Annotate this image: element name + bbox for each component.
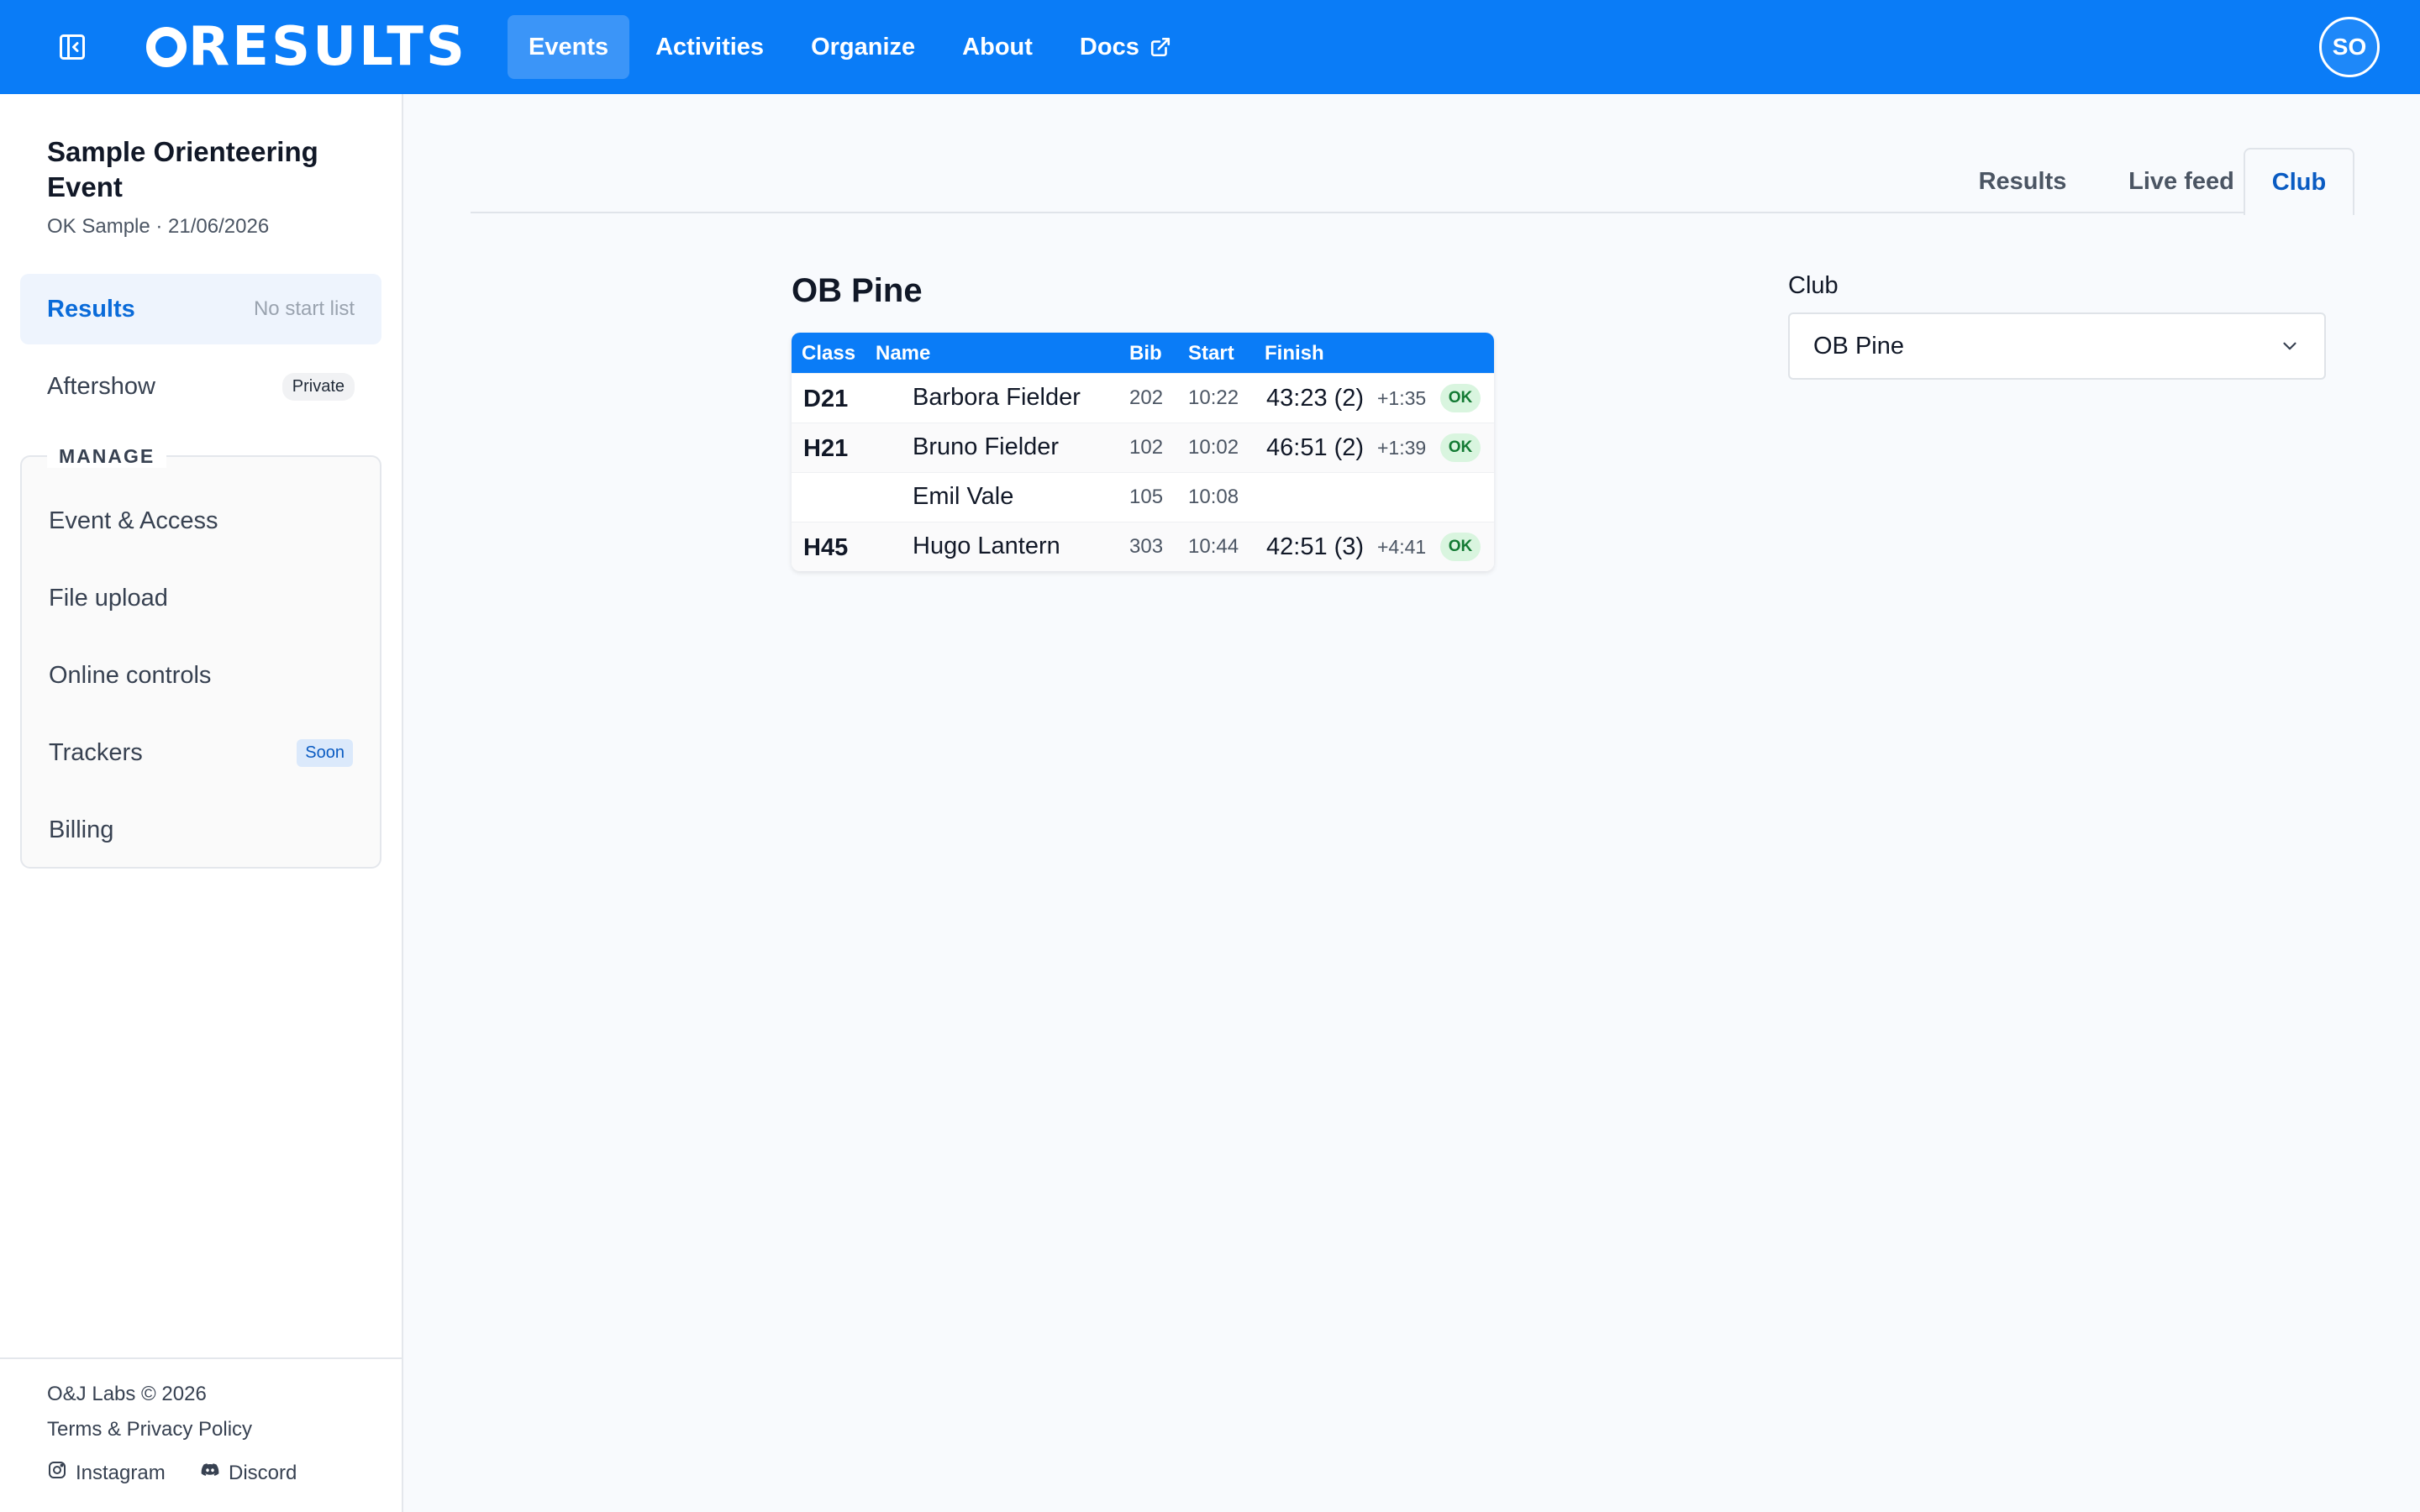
row-finish-time: 42:51 (3) <box>1266 533 1365 560</box>
instagram-icon <box>47 1460 76 1486</box>
row-start: 10:22 <box>1188 386 1239 409</box>
row-class: H21 <box>803 435 849 462</box>
column-header-start: Start <box>1188 342 1234 365</box>
row-start: 10:08 <box>1188 486 1239 508</box>
sidebar-item-aftershow[interactable]: Aftershow Private <box>20 351 381 422</box>
nav-events[interactable]: Events <box>508 15 630 79</box>
nav-about-label: About <box>962 33 1033 60</box>
tab-club[interactable]: Club <box>2244 148 2354 215</box>
nav-about[interactable]: About <box>941 15 1054 79</box>
sidebar-item-results-label: Results <box>47 295 135 323</box>
chevron-down-icon <box>2279 335 2301 357</box>
nav-activities-label: Activities <box>655 33 765 60</box>
sidebar-item-online-controls[interactable]: Online controls <box>22 640 380 711</box>
row-name: Barbora Fielder <box>913 384 1081 411</box>
private-badge: Private <box>281 372 355 401</box>
avatar-initials: SO <box>2332 34 2367 60</box>
logo-o-icon <box>146 27 187 67</box>
tab-live-feed[interactable]: Live feed <box>2101 148 2262 215</box>
table-row[interactable]: H21 Bruno Fielder 102 10:02 46:51 (2) +1… <box>792 423 1494 472</box>
copyright-text: O&J Labs © 2026 <box>47 1383 207 1405</box>
no-start-list-note: No start list <box>253 297 355 320</box>
manage-section-title: MANAGE <box>47 445 167 468</box>
row-bib: 202 <box>1129 386 1164 409</box>
view-tabs: Results Live feed Club <box>471 148 2354 215</box>
external-link-icon <box>1150 36 1171 58</box>
sidebar: Sample Orienteering Event OK Sample · 21… <box>0 94 403 1512</box>
app-logo[interactable]: RESULTS <box>146 16 467 78</box>
club-results-table: Class Name Bib Start Finish D21 Barbora … <box>792 333 1494 571</box>
row-time-behind: +4:41 <box>1377 536 1427 558</box>
club-heading: OB Pine <box>792 272 923 309</box>
tab-results-label: Results <box>1978 167 2067 195</box>
row-bib: 105 <box>1129 486 1164 508</box>
user-avatar[interactable]: SO <box>2319 17 2380 77</box>
row-start: 10:02 <box>1188 436 1239 459</box>
tab-results[interactable]: Results <box>1954 148 2091 215</box>
club-select-value: OB Pine <box>1813 332 1904 360</box>
sidebar-item-label: Trackers <box>49 738 143 766</box>
row-name: Bruno Fielder <box>913 433 1060 460</box>
nav-docs[interactable]: Docs <box>1059 15 1192 79</box>
status-badge: OK <box>1440 384 1481 412</box>
sidebar-item-label: Billing <box>49 816 114 843</box>
sidebar-item-trackers[interactable]: Trackers Soon <box>22 717 380 788</box>
nav-organize-label: Organize <box>811 33 916 60</box>
sidebar-item-label: File upload <box>49 584 168 612</box>
row-bib: 303 <box>1129 535 1164 558</box>
soon-badge: Soon <box>297 738 353 767</box>
event-title: Sample Orienteering Event <box>47 136 318 202</box>
column-header-class: Class <box>802 342 856 365</box>
row-name: Emil Vale <box>913 483 1014 510</box>
sidebar-item-event-access[interactable]: Event & Access <box>22 486 380 556</box>
instagram-label: Instagram <box>76 1461 166 1484</box>
sidebar-item-aftershow-label: Aftershow <box>47 372 155 400</box>
row-class: H45 <box>803 534 849 561</box>
row-time-behind: +1:39 <box>1377 437 1427 459</box>
table-row[interactable]: H45 Hugo Lantern 303 10:44 42:51 (3) +4:… <box>792 522 1494 571</box>
row-finish-time: 46:51 (2) <box>1266 434 1365 461</box>
logo-text: RESULTS <box>188 16 467 78</box>
main-nav: Events Activities Organize About Docs <box>508 15 1197 79</box>
nav-docs-label: Docs <box>1079 33 1139 60</box>
tab-live-feed-label: Live feed <box>2128 167 2234 195</box>
sidebar-item-billing[interactable]: Billing <box>22 795 380 865</box>
sidebar-item-results[interactable]: Results No start list <box>20 274 381 344</box>
status-badge: OK <box>1440 533 1481 561</box>
nav-organize[interactable]: Organize <box>790 15 936 79</box>
table-header: Class Name Bib Start Finish <box>792 333 1494 373</box>
column-header-finish: Finish <box>1265 342 1324 365</box>
club-select-label: Club <box>1788 272 1839 299</box>
instagram-link[interactable]: Instagram <box>47 1460 166 1486</box>
discord-link[interactable]: Discord <box>200 1460 297 1486</box>
row-start: 10:44 <box>1188 535 1239 558</box>
nav-activities[interactable]: Activities <box>634 15 785 79</box>
sidebar-toggle-icon[interactable] <box>55 30 89 64</box>
tab-club-label: Club <box>2271 168 2327 196</box>
event-meta: OK Sample · 21/06/2026 <box>47 215 270 238</box>
row-class: D21 <box>803 386 849 412</box>
top-navbar: RESULTS Events Activities Organize About… <box>0 0 2420 94</box>
terms-privacy-link[interactable]: Terms & Privacy Policy <box>47 1418 252 1441</box>
sidebar-item-file-upload[interactable]: File upload <box>22 563 380 633</box>
nav-events-label: Events <box>529 33 609 60</box>
column-header-name: Name <box>876 342 931 365</box>
sidebar-item-label: Event & Access <box>49 507 218 534</box>
row-bib: 102 <box>1129 436 1164 459</box>
manage-section: MANAGE Event & Access File upload Online… <box>20 445 381 869</box>
table-row[interactable]: D21 Barbora Fielder 202 10:22 43:23 (2) … <box>792 373 1494 423</box>
discord-icon <box>200 1460 229 1486</box>
sidebar-item-label: Online controls <box>49 661 212 689</box>
column-header-bib: Bib <box>1129 342 1162 365</box>
table-row[interactable]: Emil Vale 105 10:08 <box>792 472 1494 522</box>
row-name: Hugo Lantern <box>913 533 1060 559</box>
row-finish-time: 43:23 (2) <box>1266 385 1365 412</box>
status-badge: OK <box>1440 433 1481 462</box>
row-time-behind: +1:35 <box>1377 387 1427 409</box>
club-select[interactable]: OB Pine <box>1788 312 2326 380</box>
discord-label: Discord <box>229 1461 297 1484</box>
